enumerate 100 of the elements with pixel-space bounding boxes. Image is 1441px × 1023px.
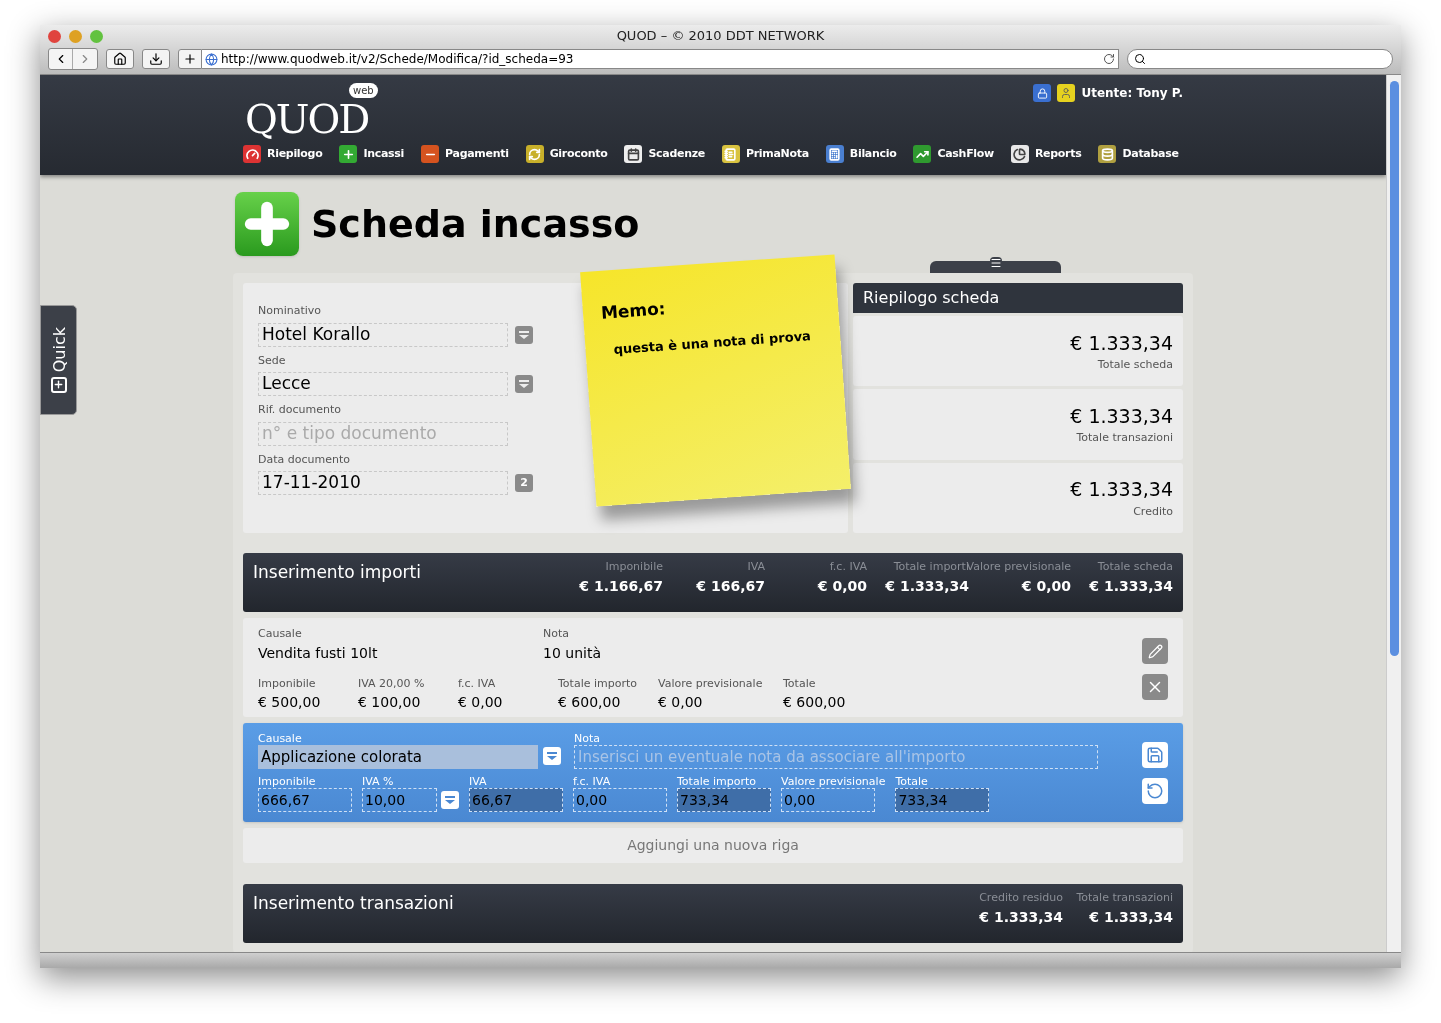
memo-title: Memo: [600, 297, 668, 325]
field-value: 10 unità [543, 643, 602, 663]
input-field[interactable]: Hotel Korallo [258, 322, 508, 347]
field-label: f.c. IVA [458, 675, 497, 692]
summary-amount: € 1.333,34 [1070, 477, 1173, 503]
nav-link[interactable]: Riepilogo [243, 145, 323, 163]
field-label: Imponibile [258, 675, 317, 692]
dropdown-icon[interactable] [441, 791, 459, 809]
summary-amount: € 1.333,34 [1070, 404, 1173, 429]
logo[interactable]: QUOD [245, 96, 369, 142]
globe-icon [205, 52, 218, 66]
field-label: Totale importo [558, 675, 638, 692]
nav-link[interactable]: CashFlow [913, 145, 994, 163]
logo-badge: web [349, 83, 378, 98]
total-label: IVA [747, 559, 765, 575]
reload-icon[interactable] [1103, 53, 1115, 65]
field-label: IVA [469, 775, 488, 788]
url-text: http://www.quodweb.it/v2/Schede/Modifica/?id_scheda=93 [221, 51, 575, 68]
field-label: Rif. documento [258, 402, 341, 418]
nav-link[interactable]: Scadenze [624, 145, 705, 163]
input-field[interactable]: Inserisci un eventuale nota da associare all'importo [574, 745, 1098, 769]
input-field[interactable]: 733,34 [895, 788, 990, 812]
plus-icon [235, 192, 299, 256]
undo-icon [1146, 782, 1164, 800]
input-field[interactable]: 733,34 [677, 788, 771, 812]
field-value: € 100,00 [358, 693, 422, 712]
total-value: € 0,00 [817, 576, 867, 596]
page-title: Scheda incasso [311, 200, 640, 248]
nav-link[interactable]: Pagamenti [421, 145, 509, 163]
section-title: Inserimento importi [253, 561, 421, 584]
field-label: Imponibile [258, 775, 317, 788]
field-label: f.c. IVA [573, 775, 612, 788]
input-field[interactable]: 17-11-2010 [258, 471, 508, 495]
total-label: Totale scheda [1097, 559, 1173, 575]
section-title: Inserimento transazioni [253, 892, 454, 915]
search-field[interactable] [1127, 49, 1393, 69]
nav-link[interactable]: Bilancio [825, 145, 897, 163]
summary-title: Riepilogo scheda [863, 287, 1000, 309]
summary-amount: € 1.333,34 [1070, 330, 1173, 356]
field-label: Data documento [258, 451, 350, 468]
field-label: Nominativo [258, 303, 322, 319]
dropdown-icon[interactable] [515, 325, 533, 344]
address-bar[interactable]: http://www.quodweb.it/v2/Schede/Modifica/?id_scheda=93 [202, 49, 1119, 69]
total-label: Totale transazioni [1076, 890, 1173, 906]
delete-button[interactable] [1142, 674, 1168, 700]
total-value: € 1.166,67 [579, 576, 663, 596]
field-label: Causale [258, 732, 303, 745]
dropdown-icon[interactable] [515, 375, 533, 393]
summary-label: Totale scheda [1097, 357, 1173, 374]
minimize-icon[interactable] [69, 29, 82, 43]
field-label: IVA % [362, 775, 395, 788]
input-field[interactable]: 0,00 [781, 788, 875, 812]
user-icon[interactable] [1057, 84, 1076, 102]
nav-link[interactable]: Giroconto [525, 145, 608, 163]
total-value: € 1.333,34 [979, 907, 1063, 927]
input-field[interactable]: n° e tipo documento [258, 421, 508, 446]
close-icon[interactable] [48, 29, 61, 43]
plus-icon [50, 376, 67, 393]
field-value: € 600,00 [783, 693, 847, 712]
nav-link[interactable]: Incassi [339, 145, 405, 163]
field-value: € 600,00 [558, 693, 622, 712]
nav-link[interactable]: PrimaNota [721, 145, 809, 163]
scrollbar[interactable] [1386, 75, 1401, 952]
field-label: Totale [895, 775, 929, 788]
field-label: Totale importo [677, 775, 757, 788]
lock-icon[interactable] [1033, 84, 1052, 102]
save-button[interactable] [1142, 742, 1168, 768]
quick-tab[interactable]: Quick [40, 305, 77, 415]
field-value: Vendita fusti 10lt [258, 643, 379, 663]
field-label: IVA 20,00 % [358, 675, 426, 692]
add-row-button[interactable]: Aggiungi una nuova riga [243, 828, 1183, 863]
total-label: Credito residuo [979, 890, 1063, 906]
field-label: Nota [574, 732, 601, 745]
input-field[interactable]: Lecce [258, 372, 508, 396]
menu-icon[interactable] [989, 257, 1002, 269]
input-field[interactable]: 0,00 [573, 788, 667, 812]
dropdown-icon[interactable] [543, 747, 561, 765]
download-icon[interactable] [142, 49, 170, 69]
field-label: Causale [258, 626, 303, 642]
input-field[interactable]: Applicazione colorata [258, 745, 538, 769]
window-title: QUOD – © 2010 DDT NETWORK [616, 27, 825, 46]
input-field[interactable]: 66,67 [469, 788, 563, 812]
field-label: Nota [543, 626, 570, 642]
save-icon [1146, 746, 1164, 764]
nav-link[interactable]: Database [1098, 145, 1179, 163]
field-label: Valore previsionale [781, 775, 886, 788]
nav-link[interactable]: Reports [1010, 145, 1082, 163]
input-field[interactable]: 666,67 [258, 788, 352, 812]
undo-button[interactable] [1142, 778, 1168, 804]
total-label: f.c. IVA [829, 559, 867, 575]
edit-button[interactable] [1142, 638, 1168, 664]
zoom-icon[interactable] [90, 29, 103, 43]
summary-label: Totale transazioni [1076, 430, 1173, 447]
field-label: Totale [783, 675, 817, 692]
add-icon[interactable] [178, 49, 202, 69]
home-icon[interactable] [106, 49, 134, 69]
total-value: € 1.333,34 [1089, 576, 1173, 596]
field-label: Sede [258, 352, 286, 369]
total-value: € 166,67 [696, 576, 765, 596]
input-field[interactable]: 10,00 [362, 788, 437, 812]
